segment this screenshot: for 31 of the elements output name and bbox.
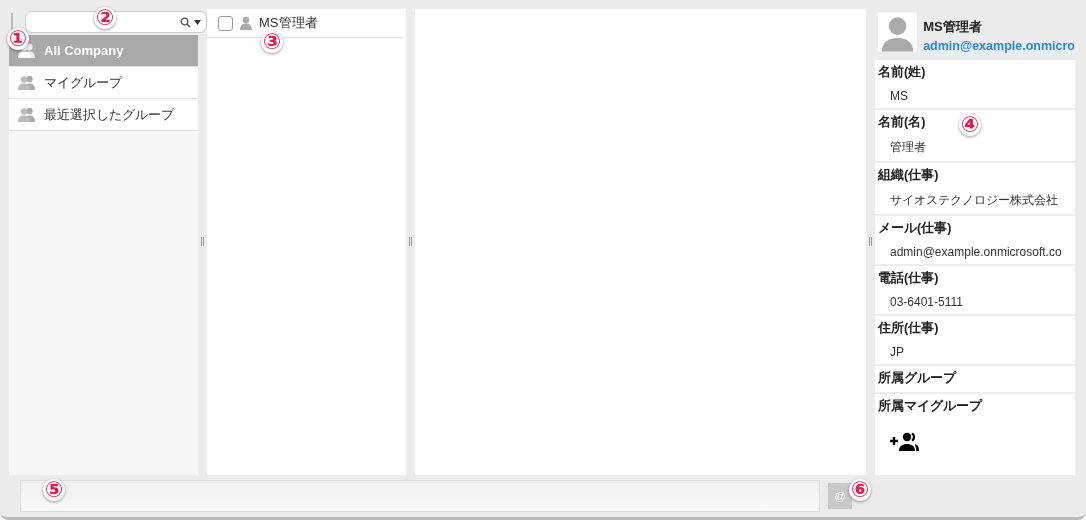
input-field[interactable] [20, 480, 820, 512]
field-label: 住所(仕事) [878, 320, 939, 337]
people-icon [18, 107, 36, 122]
caret-icon[interactable] [194, 19, 201, 25]
field-label: 所属マイグループ [878, 398, 982, 415]
callout-number: ⑥ [849, 479, 871, 501]
search-field[interactable] [25, 11, 207, 33]
field-value: 03-6401-5111 [889, 294, 964, 309]
people-icon [18, 75, 36, 90]
callout-number: ② [94, 7, 116, 29]
field-label: 名前(姓) [878, 64, 926, 81]
checkbox[interactable] [218, 15, 233, 31]
field-value: JP [889, 344, 905, 359]
search-icon [180, 16, 191, 28]
person-icon [239, 16, 253, 30]
callout-number: ⑤ [43, 479, 65, 501]
add-group-icon[interactable] [890, 431, 920, 451]
field-label: 名前(名) [878, 114, 926, 131]
field-value: admin@example.onmicrosoft.co [889, 244, 1063, 259]
avatar-icon [878, 12, 918, 52]
field-label: 所属グループ [878, 370, 956, 387]
field-value: サイオステクノロジー株式会社 [889, 192, 1059, 209]
field-label: 電話(仕事) [878, 270, 939, 287]
field-value: MS [889, 88, 909, 103]
field-label: メール(仕事) [878, 220, 952, 237]
field-value: 管理者 [889, 139, 927, 156]
member-name: MS管理者 [259, 14, 318, 32]
field-label: 組織(仕事) [878, 167, 939, 184]
contact-name: MS管理者 [923, 18, 983, 36]
group-item[interactable]: マイグループ [9, 67, 198, 99]
group-item[interactable]: 最近選択したグループ [9, 99, 198, 131]
